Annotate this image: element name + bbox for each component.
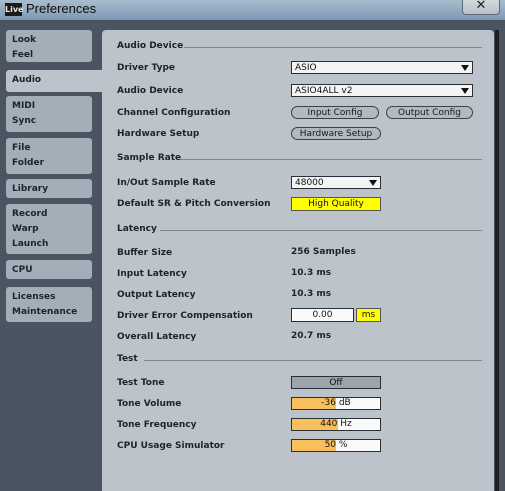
scrollbar-thumb[interactable] (495, 30, 499, 491)
cpu-usage-simulator-slider[interactable]: 50 % (291, 439, 381, 452)
driver-type-dropdown[interactable]: ASIO (291, 61, 473, 74)
tab-label: Library (12, 184, 49, 194)
tab-label: Look (12, 35, 37, 45)
tab-label: Maintenance (12, 307, 78, 317)
sample-rate-label: In/Out Sample Rate (117, 178, 216, 188)
tab-cpu[interactable]: CPU (6, 260, 92, 279)
output-config-button[interactable]: Output Config (386, 106, 473, 119)
output-latency-value: 10.3 ms (291, 289, 332, 299)
sr-pitch-conversion-label: Default SR & Pitch Conversion (117, 199, 271, 209)
audio-preferences-panel: Audio Device Driver Type ASIO Audio Devi… (102, 30, 494, 491)
section-latency: Latency (117, 224, 157, 234)
overall-latency-label: Overall Latency (117, 332, 197, 342)
input-latency-label: Input Latency (117, 269, 187, 279)
audio-device-value: ASIO4ALL v2 (295, 86, 353, 96)
tab-label: Sync (12, 116, 37, 126)
tone-volume-value: -36 dB (321, 398, 351, 408)
driver-type-value: ASIO (295, 63, 317, 73)
chevron-down-icon (461, 65, 469, 71)
tab-midi[interactable]: MIDI Sync (6, 96, 92, 132)
tab-licenses[interactable]: Licenses Maintenance (6, 287, 92, 322)
tab-label: Record (12, 209, 48, 219)
section-test: Test (117, 354, 138, 364)
overall-latency-value: 20.7 ms (291, 331, 332, 341)
tone-volume-slider[interactable]: -36 dB (291, 397, 381, 410)
driver-error-compensation-input[interactable]: 0.00 (291, 308, 354, 322)
section-audio-device: Audio Device (117, 41, 184, 51)
audio-device-dropdown[interactable]: ASIO4ALL v2 (291, 84, 473, 97)
tone-frequency-value: 440 Hz (320, 419, 352, 429)
title-bar: Live Preferences ✕ (0, 0, 505, 20)
cpu-usage-simulator-label: CPU Usage Simulator (117, 441, 225, 451)
tab-label: Warp (12, 224, 39, 234)
live-logo-icon: Live (5, 3, 24, 16)
tab-label: Licenses (12, 292, 56, 302)
tab-label: Feel (12, 50, 34, 60)
tone-frequency-label: Tone Frequency (117, 420, 197, 430)
input-latency-value: 10.3 ms (291, 268, 332, 278)
chevron-down-icon (461, 88, 469, 94)
tab-label: CPU (12, 265, 33, 275)
buffer-size-value: 256 Samples (291, 247, 356, 257)
sr-pitch-conversion-toggle[interactable]: High Quality (291, 197, 381, 211)
chevron-down-icon (369, 180, 377, 186)
hardware-setup-button[interactable]: Hardware Setup (291, 127, 381, 140)
section-sample-rate: Sample Rate (117, 153, 182, 163)
driver-error-compensation-label: Driver Error Compensation (117, 311, 253, 321)
sample-rate-value: 48000 (295, 178, 324, 188)
tab-file[interactable]: File Folder (6, 138, 92, 174)
driver-type-label: Driver Type (117, 63, 176, 73)
tab-audio[interactable]: Audio (6, 70, 102, 92)
tab-label: Launch (12, 239, 49, 249)
divider (180, 159, 482, 160)
close-button[interactable]: ✕ (462, 0, 500, 15)
compensation-unit-toggle[interactable]: ms (356, 308, 381, 322)
divider (160, 230, 482, 231)
tab-label: File (12, 143, 31, 153)
sample-rate-dropdown[interactable]: 48000 (291, 176, 381, 189)
tab-label: Audio (12, 75, 42, 85)
tone-frequency-slider[interactable]: 440 Hz (291, 418, 381, 431)
output-latency-label: Output Latency (117, 290, 196, 300)
window-title: Preferences (26, 1, 97, 16)
channel-configuration-label: Channel Configuration (117, 108, 231, 118)
test-tone-label: Test Tone (117, 378, 165, 388)
hardware-setup-label: Hardware Setup (117, 129, 200, 139)
input-config-button[interactable]: Input Config (291, 106, 379, 119)
cpu-usage-simulator-value: 50 % (324, 440, 348, 450)
tab-record[interactable]: Record Warp Launch (6, 204, 92, 254)
tone-volume-label: Tone Volume (117, 399, 182, 409)
tab-label: MIDI (12, 101, 36, 111)
tab-look[interactable]: Look Feel (6, 30, 92, 62)
divider (144, 360, 482, 361)
tab-library[interactable]: Library (6, 179, 92, 198)
tab-label: Folder (12, 158, 45, 168)
buffer-size-label: Buffer Size (117, 248, 173, 258)
audio-device-label: Audio Device (117, 86, 184, 96)
test-tone-toggle[interactable]: Off (291, 376, 381, 389)
divider (184, 47, 482, 48)
